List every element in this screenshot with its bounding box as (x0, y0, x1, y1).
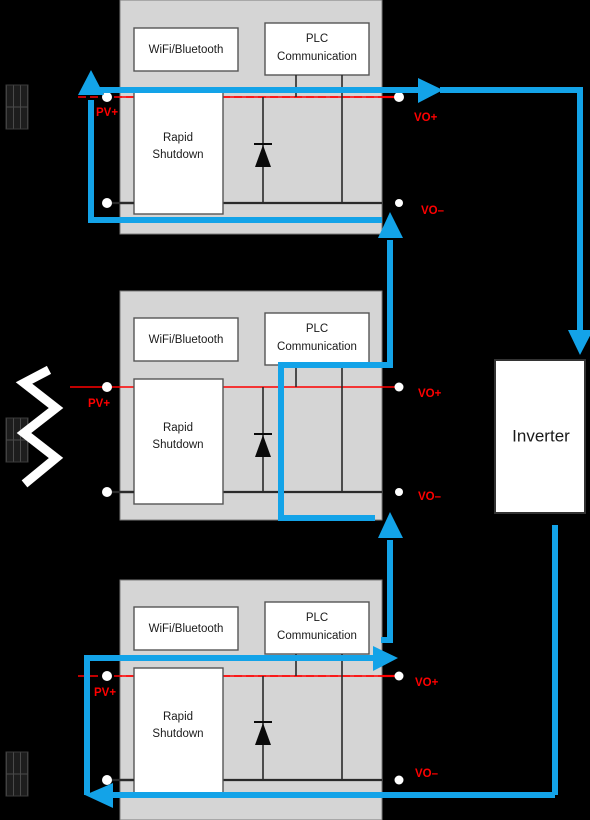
terminal-dot-vo-plus[interactable] (394, 92, 404, 102)
diagram-canvas: WiFi/Bluetooth PLC Communication Rapid S… (0, 0, 590, 820)
plc-label-line2: Communication (277, 341, 357, 353)
terminal-dot-vo-plus[interactable] (394, 671, 404, 681)
terminal-dot-pv-plus[interactable] (102, 382, 112, 392)
rapid-shutdown-label-line1: Rapid (163, 132, 193, 144)
plc-label-line2: Communication (277, 630, 357, 642)
terminal-dot-vo-minus[interactable] (394, 775, 404, 785)
plc-communication-box[interactable] (264, 22, 370, 76)
plc-communication-box[interactable] (264, 601, 370, 655)
solar-panel-icon (5, 751, 29, 797)
vo-plus-label: VO+ (415, 677, 439, 689)
terminal-dot-pv-minus[interactable] (102, 775, 112, 785)
rapid-shutdown-label-line1: Rapid (163, 422, 193, 434)
terminal-dot-pv-minus[interactable] (102, 487, 112, 497)
pv-plus-label: PV+ (94, 687, 116, 699)
plc-label-line1: PLC (306, 33, 328, 45)
wifi-bluetooth-label: WiFi/Bluetooth (149, 623, 224, 635)
solar-panel-icon (5, 84, 29, 130)
vo-minus-label: VO– (421, 205, 445, 217)
vo-minus-label: VO– (418, 491, 442, 503)
plc-communication-box[interactable] (264, 312, 370, 366)
rapid-shutdown-label-line2: Shutdown (152, 149, 203, 161)
terminal-dot-pv-minus[interactable] (102, 198, 112, 208)
vo-minus-label: VO– (415, 768, 439, 780)
inverter[interactable]: Inverter (494, 359, 586, 514)
rapid-shutdown-label-line1: Rapid (163, 711, 193, 723)
terminal-dot-pv-plus[interactable] (102, 671, 112, 681)
rapid-shutdown-label-line2: Shutdown (152, 439, 203, 451)
terminal-dot-pv-plus[interactable] (102, 92, 112, 102)
plc-label-line2: Communication (277, 51, 357, 63)
pv-plus-label: PV+ (96, 107, 118, 119)
wifi-bluetooth-label: WiFi/Bluetooth (149, 334, 224, 346)
terminal-dot-vo-minus[interactable] (395, 199, 403, 207)
terminal-dot-vo-minus[interactable] (395, 488, 403, 496)
pv-plus-label: PV+ (88, 398, 110, 410)
vo-plus-label: VO+ (418, 388, 442, 400)
wifi-bluetooth-label: WiFi/Bluetooth (149, 44, 224, 56)
vo-plus-label: VO+ (414, 112, 438, 124)
solar-panel-icon (5, 417, 29, 463)
rapid-shutdown-label-line2: Shutdown (152, 728, 203, 740)
plc-label-line1: PLC (306, 323, 328, 335)
inverter-label: Inverter (512, 426, 570, 445)
plc-label-line1: PLC (306, 612, 328, 624)
terminal-dot-vo-plus[interactable] (394, 382, 404, 392)
